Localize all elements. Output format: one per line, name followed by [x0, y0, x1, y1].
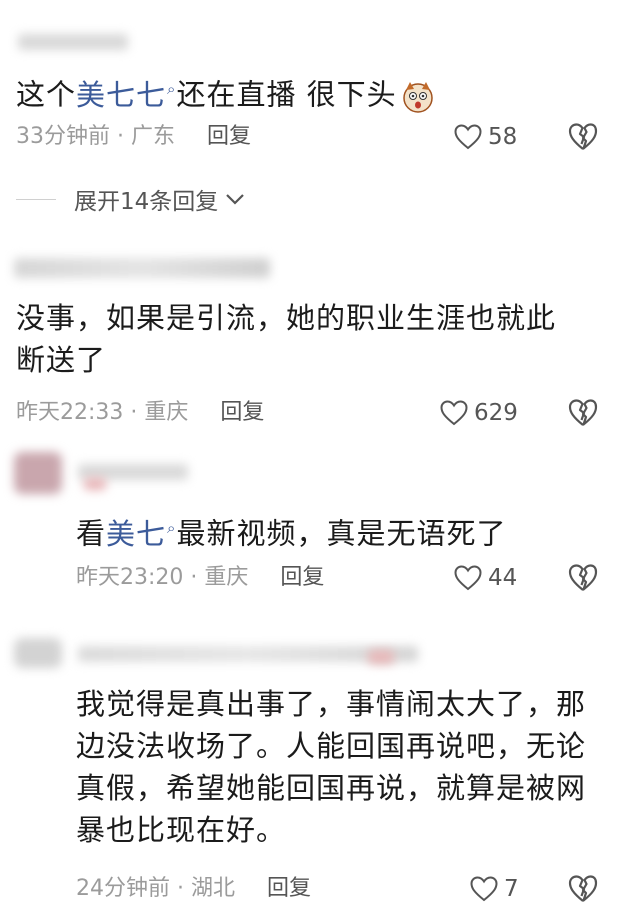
surprised-dog-emoji	[401, 80, 435, 114]
comment-text-part: 看	[76, 516, 107, 551]
heart-outline-icon	[454, 565, 482, 591]
username-blurred	[78, 646, 418, 662]
comment-text-part: 还在直播 很下头	[176, 77, 397, 112]
like-count: 7	[504, 876, 519, 902]
mention-link[interactable]: 美七⌕	[106, 517, 176, 551]
comment-text: 这个美七七⌕还在直播 很下头	[16, 68, 435, 116]
timestamp-location: 昨天23:20 · 重庆	[76, 565, 249, 590]
reply-button[interactable]: 回复	[220, 400, 264, 425]
comment-text-part: 这个	[16, 77, 77, 112]
comment-meta: 昨天22:33 · 重庆 回复	[16, 397, 264, 429]
comment-line: 没事，如果是引流，她的职业生涯也就此	[16, 301, 557, 335]
broken-heart-icon[interactable]	[568, 122, 598, 152]
comment-text-part: 最新视频，真是无语死了	[176, 516, 507, 551]
like-button[interactable]: 44	[454, 562, 517, 594]
heart-outline-icon	[454, 124, 482, 150]
divider	[16, 198, 56, 200]
comment-line: 断送了	[16, 343, 107, 377]
chevron-down-icon	[226, 194, 245, 205]
comment-line: 边没法收场了。人能回国再说吧，无论	[76, 729, 587, 763]
reply-button[interactable]: 回复	[280, 565, 324, 590]
username-blurred	[14, 258, 270, 278]
expand-replies-button[interactable]: 展开14条回复	[16, 182, 246, 216]
comment-meta: 昨天23:20 · 重庆 回复	[76, 562, 324, 594]
comment-text: 看美七⌕最新视频，真是无语死了	[76, 507, 506, 555]
mention-label: 美七七	[76, 77, 167, 112]
like-count: 58	[488, 124, 518, 150]
like-count: 44	[488, 565, 518, 591]
timestamp-location: 33分钟前 · 广东	[16, 124, 175, 149]
broken-heart-icon[interactable]	[568, 563, 598, 593]
like-button[interactable]: 7	[470, 873, 519, 905]
comment-meta: 33分钟前 · 广东 回复	[16, 121, 251, 153]
comment-text: 没事，如果是引流，她的职业生涯也就此 断送了	[16, 297, 556, 381]
avatar-blurred	[14, 638, 62, 668]
badge-blurred	[368, 650, 394, 664]
comment-line: 暴也比现在好。	[76, 813, 287, 847]
broken-heart-icon[interactable]	[568, 398, 598, 428]
heart-outline-icon	[440, 400, 468, 426]
timestamp-location: 昨天22:33 · 重庆	[16, 400, 189, 425]
avatar-blurred	[14, 452, 62, 494]
expand-label: 展开14条回复	[74, 189, 219, 215]
reply-button[interactable]: 回复	[267, 876, 311, 901]
badge-blurred	[84, 478, 106, 490]
mention-link[interactable]: 美七七⌕	[76, 78, 176, 112]
comment-line: 真假，希望她能回国再说，就算是被网	[76, 771, 587, 805]
broken-heart-icon[interactable]	[568, 874, 598, 904]
comment-text: 我觉得是真出事了，事情闹太大了，那 边没法收场了。人能回国再说吧，无论 真假，希…	[76, 683, 586, 851]
reply-button[interactable]: 回复	[207, 124, 251, 149]
timestamp-location: 24分钟前 · 湖北	[76, 876, 235, 901]
comment-meta: 24分钟前 · 湖北 回复	[76, 873, 311, 905]
username-blurred	[18, 34, 128, 50]
heart-outline-icon	[470, 876, 498, 902]
mention-label: 美七	[106, 516, 167, 551]
like-button[interactable]: 629	[440, 397, 518, 429]
like-button[interactable]: 58	[454, 121, 517, 153]
like-count: 629	[474, 400, 518, 426]
comment-line: 我觉得是真出事了，事情闹太大了，那	[76, 687, 587, 721]
